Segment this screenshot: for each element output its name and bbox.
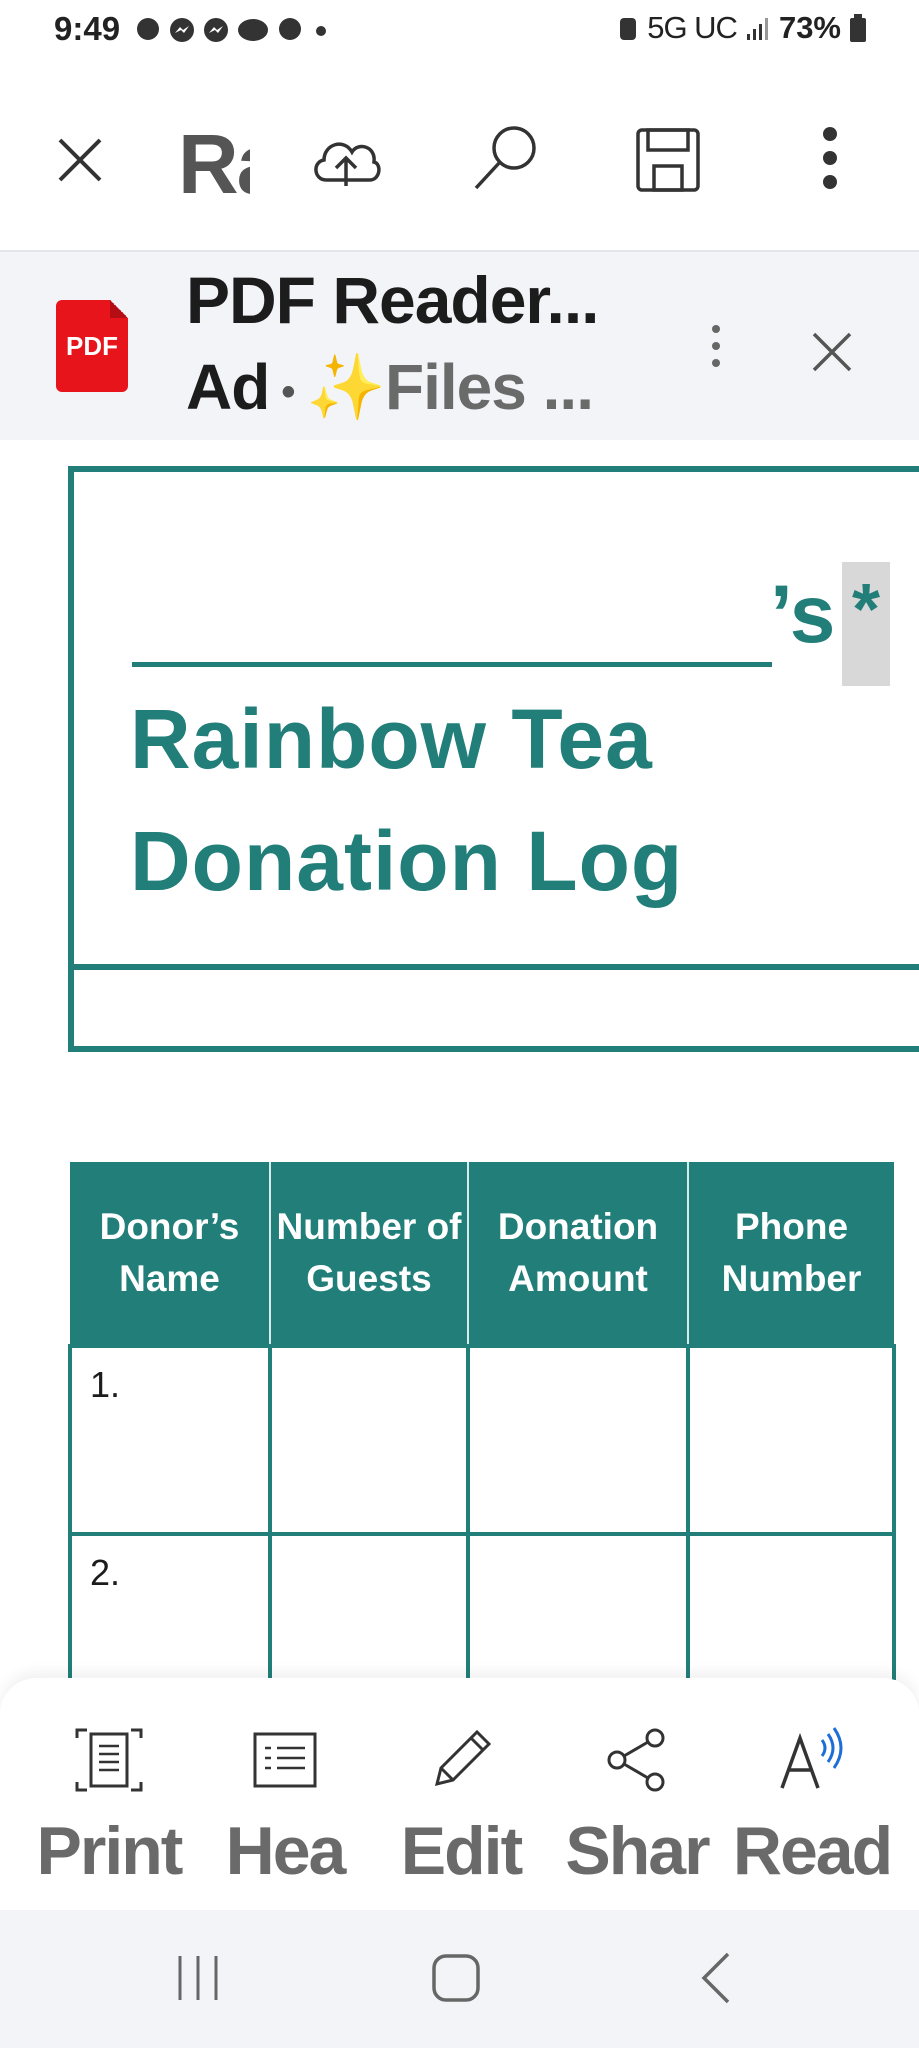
print-button[interactable]: Print xyxy=(34,1726,184,1906)
title-box: ’s * Rainbow Tea Donation Log xyxy=(68,466,919,1052)
document-heading: Rainbow Tea Donation Log xyxy=(130,678,683,922)
more-vert-icon xyxy=(712,325,720,367)
table-row: 2. xyxy=(68,1532,896,1680)
messenger-icon xyxy=(170,18,194,42)
table-cell[interactable] xyxy=(268,1344,470,1536)
edit-button[interactable]: Edit xyxy=(386,1726,536,1906)
read-aloud-icon xyxy=(780,1727,843,1789)
status-indicators: 5G UC 73% xyxy=(617,10,867,46)
status-bar: 9:49 5G UC 73% xyxy=(0,0,919,62)
edit-pencil-icon xyxy=(434,1729,492,1787)
read-aloud-button[interactable]: Read xyxy=(732,1726,893,1906)
possessive-suffix: ’s xyxy=(770,569,836,660)
ad-title[interactable]: PDF Reader... xyxy=(186,262,599,338)
search-icon xyxy=(474,126,536,190)
column-header: Donation Amount xyxy=(467,1162,688,1346)
chat-bubble-icon xyxy=(137,18,159,40)
print-icon xyxy=(75,1728,143,1792)
share-button[interactable]: Shar xyxy=(562,1726,712,1906)
edit-label: Edit xyxy=(400,1813,523,1889)
document-toolbar: Rainbow Tea Donation Log xyxy=(0,62,919,250)
network-type: 5G UC xyxy=(647,10,738,45)
ad-label: Ad xyxy=(186,351,270,423)
battery-percent: 73% xyxy=(778,10,841,45)
required-asterisk: * xyxy=(842,562,890,686)
action-bar: Print Hea Edit Shar Read xyxy=(0,1678,919,1910)
table-cell[interactable] xyxy=(686,1344,896,1536)
more-options-button[interactable] xyxy=(800,116,860,200)
table-header-row: Donor’s Name Number of Guests Donation A… xyxy=(70,1162,894,1346)
chat-bubble-icon xyxy=(279,18,301,40)
document-page[interactable]: ’s * Rainbow Tea Donation Log Donor’s Na… xyxy=(0,440,919,1680)
table-cell[interactable] xyxy=(268,1532,470,1680)
table-cell[interactable] xyxy=(686,1532,896,1680)
name-blank-line xyxy=(132,662,772,667)
share-icon xyxy=(607,1728,665,1792)
recent-apps-icon xyxy=(178,1956,218,2000)
save-button[interactable] xyxy=(626,118,710,202)
heading-line-2: Donation Log xyxy=(130,814,684,908)
back-icon xyxy=(701,1952,730,2004)
cloud-upload-icon xyxy=(314,142,381,186)
more-notifications-icon xyxy=(316,26,326,36)
title-divider xyxy=(74,964,919,970)
column-header: Number of Guests xyxy=(269,1162,468,1346)
signal-icon xyxy=(746,18,768,40)
row-number[interactable]: 1. xyxy=(68,1344,272,1536)
system-nav-bar xyxy=(0,1910,919,2048)
home-icon xyxy=(432,1954,480,2002)
close-button[interactable] xyxy=(44,124,116,196)
column-header: Phone Number xyxy=(687,1162,894,1346)
table-cell[interactable] xyxy=(466,1344,690,1536)
more-vert-icon xyxy=(823,127,837,189)
battery-icon xyxy=(850,14,866,42)
back-button[interactable] xyxy=(690,1950,746,2011)
separator-dot: • xyxy=(281,369,295,414)
ad-subtitle-text: Files ... xyxy=(385,351,594,423)
status-time: 9:49 xyxy=(54,10,121,47)
heading-line-1: Rainbow Tea xyxy=(130,692,653,786)
notification-icons xyxy=(134,16,332,44)
print-label: Print xyxy=(36,1813,184,1889)
sparkle-icon: ✨ xyxy=(306,351,386,423)
recent-apps-button[interactable] xyxy=(170,1950,226,2011)
save-icon xyxy=(636,128,700,192)
headings-label: Hea xyxy=(225,1813,347,1889)
read-aloud-label: Read xyxy=(732,1813,893,1889)
headings-icon xyxy=(253,1732,317,1788)
close-icon xyxy=(58,138,102,182)
ad-close-button[interactable] xyxy=(796,316,868,388)
ad-app-logo[interactable]: PDF xyxy=(56,300,128,392)
ad-banner[interactable]: PDF PDF Reader... Ad • ✨Files ... xyxy=(0,250,919,440)
document-title-area[interactable]: Rainbow Tea Donation Log xyxy=(178,114,250,214)
donation-table: Donor’s Name Number of Guests Donation A… xyxy=(68,1162,896,1680)
column-header: Donor’s Name xyxy=(70,1162,270,1346)
document-title: Rainbow Tea Donation Log xyxy=(178,117,250,211)
row-number[interactable]: 2. xyxy=(68,1532,272,1680)
messenger-icon xyxy=(204,18,228,42)
table-row: 1. xyxy=(68,1344,896,1536)
data-saver-icon xyxy=(620,18,637,40)
headings-button[interactable]: Hea xyxy=(210,1726,360,1906)
chat-stack-icon xyxy=(238,19,268,41)
ad-options-button[interactable] xyxy=(696,306,736,386)
search-button[interactable] xyxy=(464,116,548,200)
share-label: Shar xyxy=(565,1813,710,1889)
cloud-upload-button[interactable] xyxy=(304,120,388,200)
table-cell[interactable] xyxy=(466,1532,690,1680)
home-button[interactable] xyxy=(428,1950,484,2011)
ad-subtitle[interactable]: Ad • ✨Files ... xyxy=(186,350,594,425)
close-icon xyxy=(812,332,852,372)
